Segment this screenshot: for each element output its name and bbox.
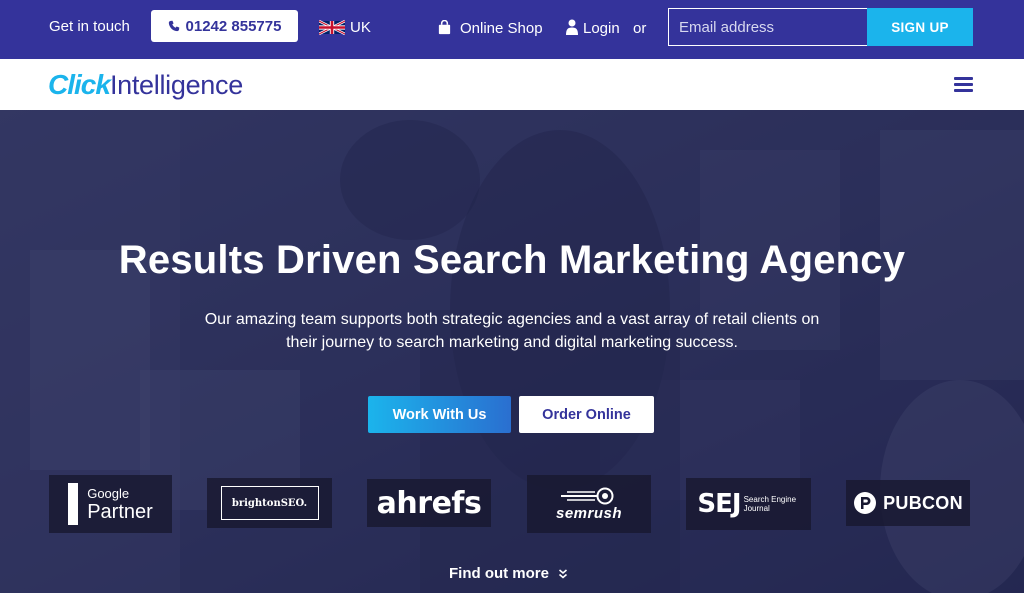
find-out-more-link[interactable]: Find out more: [449, 565, 568, 582]
brightonseo-text: brightonSEO.: [220, 486, 319, 520]
hero-section: Results Driven Search Marketing Agency O…: [0, 110, 1024, 593]
double-chevron-down-icon: [558, 568, 568, 579]
sej-text: SEJ: [697, 489, 741, 519]
sign-up-button[interactable]: SIGN UP: [867, 8, 973, 46]
phone-button[interactable]: 01242 855775: [151, 10, 298, 42]
uk-flag-icon[interactable]: [319, 19, 345, 36]
hero-subtitle: Our amazing team supports both strategic…: [172, 308, 852, 354]
brightonseo-logo[interactable]: brightonSEO.: [207, 478, 332, 528]
sej-logo[interactable]: SEJ Search Engine Journal: [686, 478, 811, 530]
login-link[interactable]: Login: [583, 20, 620, 37]
google-partner-bar: [68, 483, 79, 525]
google-partner-line1: Google: [87, 485, 130, 501]
hamburger-menu-icon[interactable]: [954, 77, 973, 93]
shopping-bag-icon: [438, 20, 451, 35]
order-online-button[interactable]: Order Online: [519, 396, 654, 433]
pubcon-logo[interactable]: PUBCON: [846, 480, 970, 526]
online-shop-link[interactable]: Online Shop: [460, 20, 543, 37]
phone-number: 01242 855775: [185, 17, 282, 35]
user-icon: [566, 19, 578, 35]
semrush-logo[interactable]: semrush: [527, 475, 651, 533]
get-in-touch-label: Get in touch: [49, 18, 130, 35]
semrush-fireball-icon: [561, 487, 614, 504]
logo-click-text: Click: [48, 69, 111, 100]
email-input[interactable]: [668, 8, 867, 46]
or-label: or: [633, 20, 647, 37]
hero-title: Results Driven Search Marketing Agency: [118, 238, 906, 282]
pubcon-text: PUBCON: [883, 492, 963, 513]
top-bar: Get in touch 01242 855775 UK Online Shop…: [0, 0, 1024, 59]
google-partner-logo[interactable]: Google Partner: [49, 475, 172, 533]
logo-intelligence-text: Intelligence: [109, 70, 243, 100]
phone-icon: [168, 20, 179, 32]
ahrefs-logo[interactable]: ahrefs: [367, 479, 491, 527]
click-intelligence-logo[interactable]: Click Intelligence: [48, 69, 243, 101]
sej-subtext: Search Engine Journal: [743, 495, 797, 513]
find-out-more-label: Find out more: [449, 565, 549, 582]
region-selector[interactable]: UK: [350, 19, 371, 36]
site-header: Click Intelligence: [0, 59, 1024, 110]
pubcon-p-icon: [854, 492, 877, 514]
hero-subtitle-line1: Our amazing team supports both strategic…: [204, 311, 820, 328]
work-with-us-button[interactable]: Work With Us: [368, 396, 511, 433]
ahrefs-text: ahrefs: [376, 485, 482, 521]
hero-subtitle-line2: their journey to search marketing and di…: [286, 334, 738, 351]
semrush-text: semrush: [555, 504, 623, 522]
google-partner-line2: Partner: [87, 500, 153, 523]
